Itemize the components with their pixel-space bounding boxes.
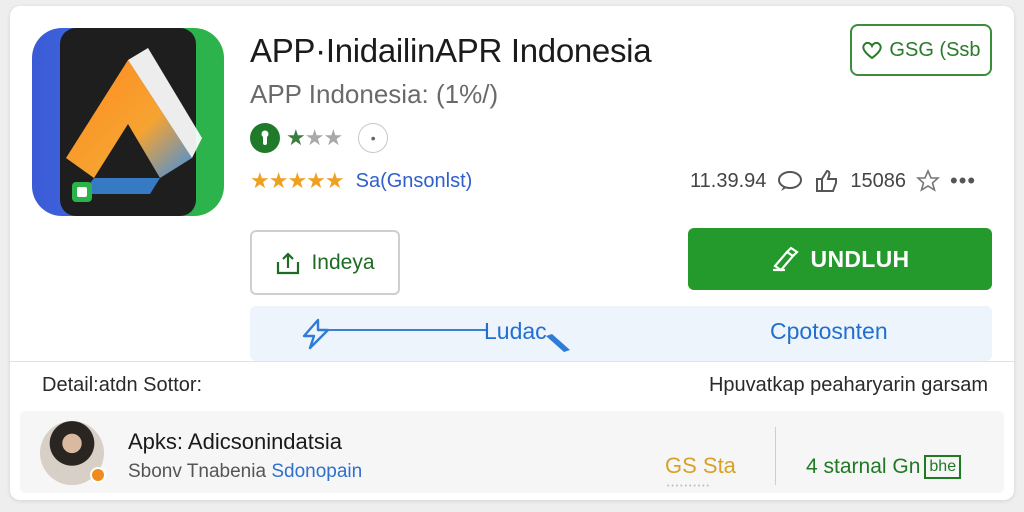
developer-badge: GS Sta • • • • • • • • • •	[665, 453, 736, 490]
star-outline-icon[interactable]	[916, 169, 940, 193]
follow-label: GSG (Ssb	[889, 38, 981, 61]
install-icon	[772, 246, 799, 272]
secondary-action-label: Indeya	[311, 250, 375, 274]
follow-button[interactable]: GSG (Ssb	[850, 24, 992, 76]
install-label: UNDLUH	[810, 245, 910, 272]
stats-row: 11.39.94 15086 •••	[690, 168, 976, 194]
downloads-count: 11.39.94	[690, 169, 767, 192]
thumbs-up-icon[interactable]	[814, 169, 840, 193]
developer-stat-text: 4 starnal Gn	[806, 455, 921, 478]
app-subtitle: APP Indonesia: (1%/)	[250, 79, 499, 109]
badge-caption: • • • • • • • • • •	[667, 483, 710, 490]
mini-rating-stars: ★★★	[286, 125, 343, 150]
heart-icon	[862, 41, 883, 60]
details-header: Detail:atdn Sottor:	[42, 374, 203, 396]
info-icon[interactable]: •	[358, 123, 389, 153]
developer-badge-label: GS Sta	[665, 453, 736, 478]
developer-subline: Sbonv Tnabenia Sdonopain	[128, 461, 362, 483]
developer-link[interactable]: Sdonopain	[271, 461, 362, 482]
app-listing-card: APP·InidailinAPR Indonesia APP Indonesia…	[10, 6, 1014, 500]
developer-stat-box: bhe	[924, 455, 962, 479]
developer-name: Apks: Adicsonindatsia	[128, 429, 343, 454]
share-icon	[277, 251, 300, 274]
app-title: APP·InidailinAPR Indonesia	[250, 32, 652, 69]
vertical-separator	[775, 427, 776, 485]
triangle-logo	[66, 48, 202, 202]
developer-row[interactable]: Apks: Adicsonindatsia Sbonv Tnabenia Sdo…	[20, 411, 1004, 493]
avatar-status-icon	[90, 467, 106, 483]
developer-stat: 4 starnal Gn bhe	[806, 455, 962, 479]
tab-ludac[interactable]: Ludac	[484, 318, 547, 345]
app-logo-icon[interactable]	[32, 28, 224, 216]
rating-label[interactable]: Sa(Gnsonlst)	[356, 170, 473, 193]
lightning-icon	[302, 318, 330, 350]
developer-sub-text: Sbonv Tnabenia	[128, 461, 267, 482]
install-button[interactable]: UNDLUH	[688, 228, 992, 290]
likes-count: 15086	[850, 169, 906, 192]
pencil-icon[interactable]	[544, 332, 574, 354]
rating-row: ★★★★★ Sa(Gnsonlst)	[250, 168, 472, 194]
tab-strip: Ludac Cpotosnten	[250, 306, 992, 361]
more-icon[interactable]: •••	[950, 168, 976, 194]
section-divider	[10, 361, 1014, 362]
chat-icon[interactable]	[776, 169, 804, 193]
verified-icon	[250, 123, 280, 153]
badge-row: ★★★ •	[250, 122, 389, 154]
tab-connector	[328, 329, 488, 331]
rating-stars-icon: ★★★★★	[250, 168, 345, 193]
details-header-right[interactable]: Hpuvatkap peaharyarin garsam	[709, 374, 988, 397]
tab-cpotosnten[interactable]: Cpotosnten	[770, 318, 888, 345]
secondary-action-button[interactable]: Indeya	[250, 230, 400, 295]
